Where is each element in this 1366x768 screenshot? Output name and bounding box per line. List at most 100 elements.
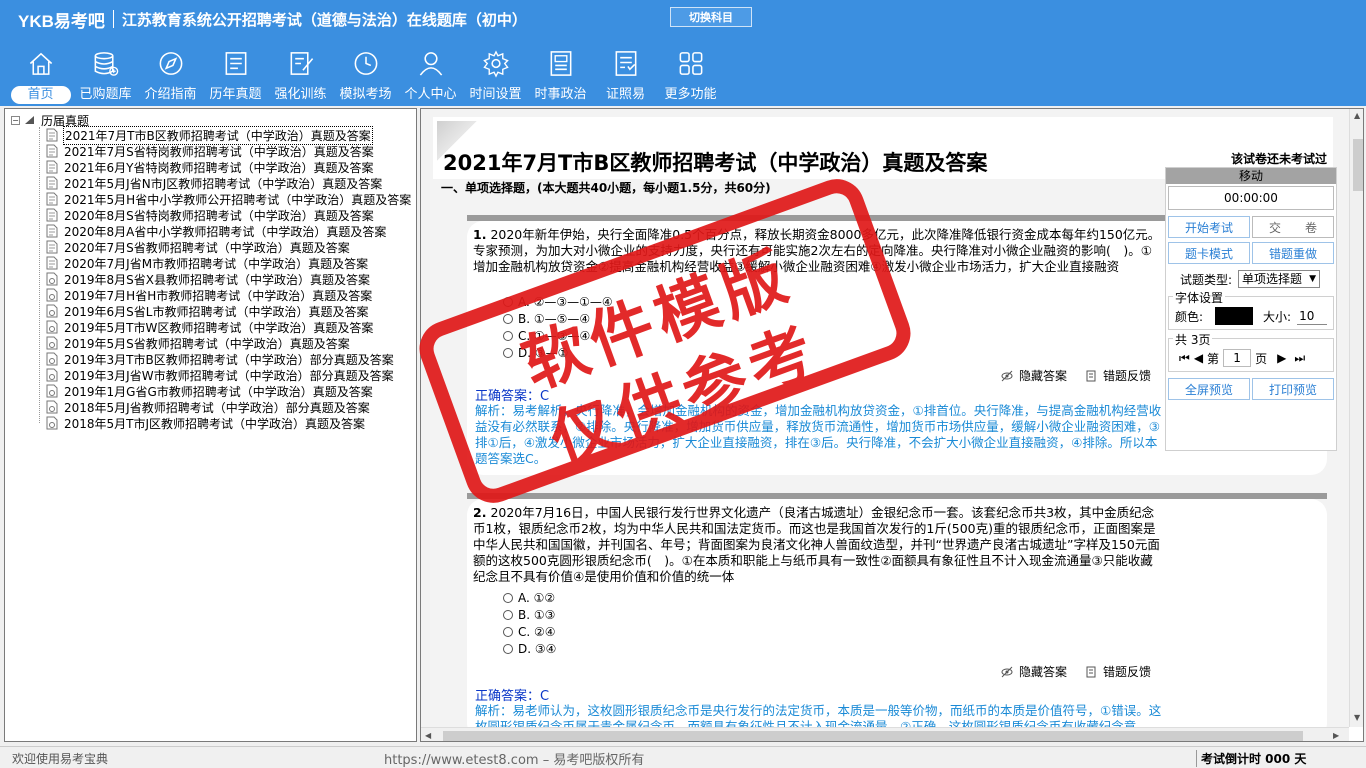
app-title: 江苏教育系统公开招聘考试（道德与法治）在线题库（初中） (121, 10, 527, 29)
tree-item[interactable]: 2019年6月S省L市教师招聘考试（中学政治）真题及答案 (45, 303, 412, 319)
card-mode-button[interactable]: 题卡模式 (1168, 242, 1250, 264)
print-preview-button[interactable]: 打印预览 (1252, 378, 1334, 400)
tree-item[interactable]: 2021年7月T市B区教师招聘考试（中学政治）真题及答案 (45, 125, 412, 145)
vertical-scrollbar[interactable]: ▲ ▼ (1349, 109, 1363, 727)
scroll-up-icon[interactable]: ▲ (1354, 111, 1360, 120)
switch-subject-button[interactable]: 切换科目 (670, 7, 752, 27)
locked-document-icon (46, 416, 58, 430)
horizontal-scrollbar[interactable]: ◀ ▶ (421, 727, 1349, 741)
tree-item[interactable]: 2019年5月T市W区教师招聘考试（中学政治）真题及答案 (45, 319, 412, 335)
tree-item-label: 2019年5月T市W区教师招聘考试（中学政治）真题及答案 (64, 320, 374, 335)
tree-item[interactable]: 2019年5月S省教师招聘考试（中学政治）真题及答案 (45, 335, 412, 351)
start-exam-button[interactable]: 开始考试 (1168, 216, 1250, 238)
tree-item[interactable]: 2019年8月S省X县教师招聘考试（中学政治）真题及答案 (45, 271, 412, 287)
paper-title: 2021年7月T市B区教师招聘考试（中学政治）真题及答案 (443, 151, 988, 175)
prev-page-icon[interactable]: ◀ (1194, 351, 1203, 365)
hide-answer-button[interactable]: 隐藏答案 (1001, 663, 1067, 680)
tree-item[interactable]: 2019年1月G省G市教师招聘考试（中学政治）真题及答案 (45, 383, 412, 399)
button-row: 开始考试 交 卷 (1166, 216, 1336, 238)
database-icon (94, 52, 118, 76)
tree-item[interactable]: 2018年5月J省教师招聘考试（中学政治）部分真题及答案 (45, 399, 412, 415)
font-settings-title: 字体设置 (1173, 289, 1226, 306)
tree-item[interactable]: 2020年7月J省M市教师招聘考试（中学政治）真题及答案 (45, 255, 412, 271)
option-b[interactable]: B. ①③ (503, 606, 556, 623)
nav-item-2[interactable]: 介绍指南 (138, 46, 203, 104)
color-label: 颜色: (1175, 309, 1204, 324)
option-label: D. ③④ (518, 641, 557, 656)
last-page-icon[interactable]: ⏭ (1294, 351, 1305, 366)
tree-item[interactable]: 2020年8月A省中小学教师招聘考试（中学政治）真题及答案 (45, 223, 412, 239)
brand-logo: YKB易考吧 (18, 11, 105, 31)
radio-button[interactable] (503, 609, 513, 620)
font-color-swatch[interactable] (1215, 307, 1254, 325)
nav-label: 历年真题 (209, 87, 262, 102)
scroll-down-icon[interactable]: ▼ (1354, 713, 1360, 722)
nav-item-8[interactable]: 时事政治 (528, 46, 593, 104)
radio-button[interactable] (503, 626, 513, 637)
nav-item-7[interactable]: 时间设置 (463, 46, 528, 104)
question-type-row: 试题类型: 单项选择题 (1166, 270, 1336, 288)
nav-item-1[interactable]: 已购题库 (73, 46, 138, 104)
nav-item-6[interactable]: 个人中心 (398, 46, 463, 104)
radio-button[interactable] (503, 592, 513, 603)
tree-list: 2021年7月T市B区教师招聘考试（中学政治）真题及答案 2021年7月S省特岗教… (45, 125, 412, 431)
hide-answer-label: 隐藏答案 (1018, 369, 1067, 383)
locked-document-icon (46, 352, 58, 366)
document-icon (46, 208, 58, 222)
tree-item[interactable]: 2018年5月T市J区教师招聘考试（中学政治）真题及答案 (45, 415, 412, 431)
tree-item[interactable]: 2021年5月J省N市J区教师招聘考试（中学政治）真题及答案 (45, 175, 412, 191)
document-icon (46, 128, 58, 142)
page-number-input[interactable]: 1 (1223, 349, 1252, 367)
nav-item-10[interactable]: 更多功能 (658, 46, 723, 104)
question-bank-tree: − 历届真题 2021年7月T市B区教师招聘考试（中学政治）真题及答案 2021年… (4, 108, 417, 742)
report-error-button[interactable]: 错题反馈 (1085, 367, 1151, 384)
locked-document-icon (46, 272, 58, 286)
move-handle[interactable]: 移动 (1166, 168, 1336, 184)
vertical-scroll-thumb[interactable] (1353, 139, 1363, 191)
size-label: 大小: (1263, 309, 1292, 324)
nav-item-4[interactable]: 强化训练 (268, 46, 333, 104)
tree-item-label: 2020年8月S省特岗教师招聘考试（中学政治）真题及答案 (64, 208, 374, 223)
option-a[interactable]: A. ①② (503, 589, 556, 606)
tree-item[interactable]: 2020年8月S省特岗教师招聘考试（中学政治）真题及答案 (45, 207, 412, 223)
question-card: 2. 2020年7月16日，中国人民银行发行世界文化遗产（良渚古城遗址）金银纪念… (467, 493, 1327, 727)
tree-item-label: 2018年5月J省教师招聘考试（中学政治）部分真题及答案 (64, 400, 370, 415)
grid-icon (679, 52, 702, 75)
question-type-select[interactable]: 单项选择题 (1238, 270, 1321, 288)
tree-item[interactable]: 2019年7月H省H市教师招聘考试（中学政治）真题及答案 (45, 287, 412, 303)
wrong-redo-button[interactable]: 错题重做 (1252, 242, 1334, 264)
option-c[interactable]: C. ②④ (503, 623, 556, 640)
nav-item-3[interactable]: 历年真题 (203, 46, 268, 104)
hide-answer-button[interactable]: 隐藏答案 (1001, 367, 1067, 384)
next-page-icon[interactable]: ▶ (1277, 351, 1286, 365)
tree-item[interactable]: 2021年5月H省中小学教师公开招聘考试（中学政治）真题及答案 (45, 191, 412, 207)
tree-item[interactable]: 2019年3月J省W市教师招聘考试（中学政治）部分真题及答案 (45, 367, 412, 383)
news-icon (550, 51, 571, 76)
fullscreen-preview-button[interactable]: 全屏预览 (1168, 378, 1250, 400)
tree-item[interactable]: 2021年6月Y省特岗教师招聘考试（中学政治）真题及答案 (45, 159, 412, 175)
scroll-left-icon[interactable]: ◀ (425, 731, 431, 740)
option-d[interactable]: D. ③④ (503, 640, 556, 657)
scroll-right-icon[interactable]: ▶ (1333, 731, 1339, 740)
nav-item-9[interactable]: 证照易 (593, 46, 658, 104)
nav-item-0[interactable]: 首页 (8, 46, 73, 104)
tree-item[interactable]: 2021年7月S省特岗教师招聘考试（中学政治）真题及答案 (45, 143, 412, 159)
tree-item-label: 2019年6月S省L市教师招聘考试（中学政治）真题及答案 (64, 304, 369, 319)
document-icon (46, 192, 58, 206)
submit-button[interactable]: 交 卷 (1252, 216, 1334, 238)
eye-off-icon (1001, 370, 1013, 381)
question-type-label: 试题类型: (1180, 272, 1233, 287)
answer-explanation: 解析：易老师认为，这枚圆形银质纪念币是央行发行的法定货币，本质是一般等价物，而纸… (475, 703, 1162, 727)
collapse-toggle-icon[interactable]: − (11, 115, 20, 125)
nav-item-5[interactable]: 模拟考场 (333, 46, 398, 104)
first-page-icon[interactable]: ⏮ (1179, 351, 1190, 366)
nav-label: 模拟考场 (339, 87, 392, 102)
title-separator (112, 10, 114, 28)
horizontal-scroll-thumb[interactable] (443, 731, 1303, 741)
radio-button[interactable] (503, 643, 513, 654)
tree-item[interactable]: 2020年7月S省教师招聘考试（中学政治）真题及答案 (45, 239, 412, 255)
font-size-input[interactable]: 10 (1297, 307, 1328, 325)
nav-label: 首页 (10, 86, 71, 104)
report-error-button[interactable]: 错题反馈 (1085, 663, 1151, 680)
tree-item[interactable]: 2019年3月T市B区教师招聘考试（中学政治）部分真题及答案 (45, 351, 412, 367)
